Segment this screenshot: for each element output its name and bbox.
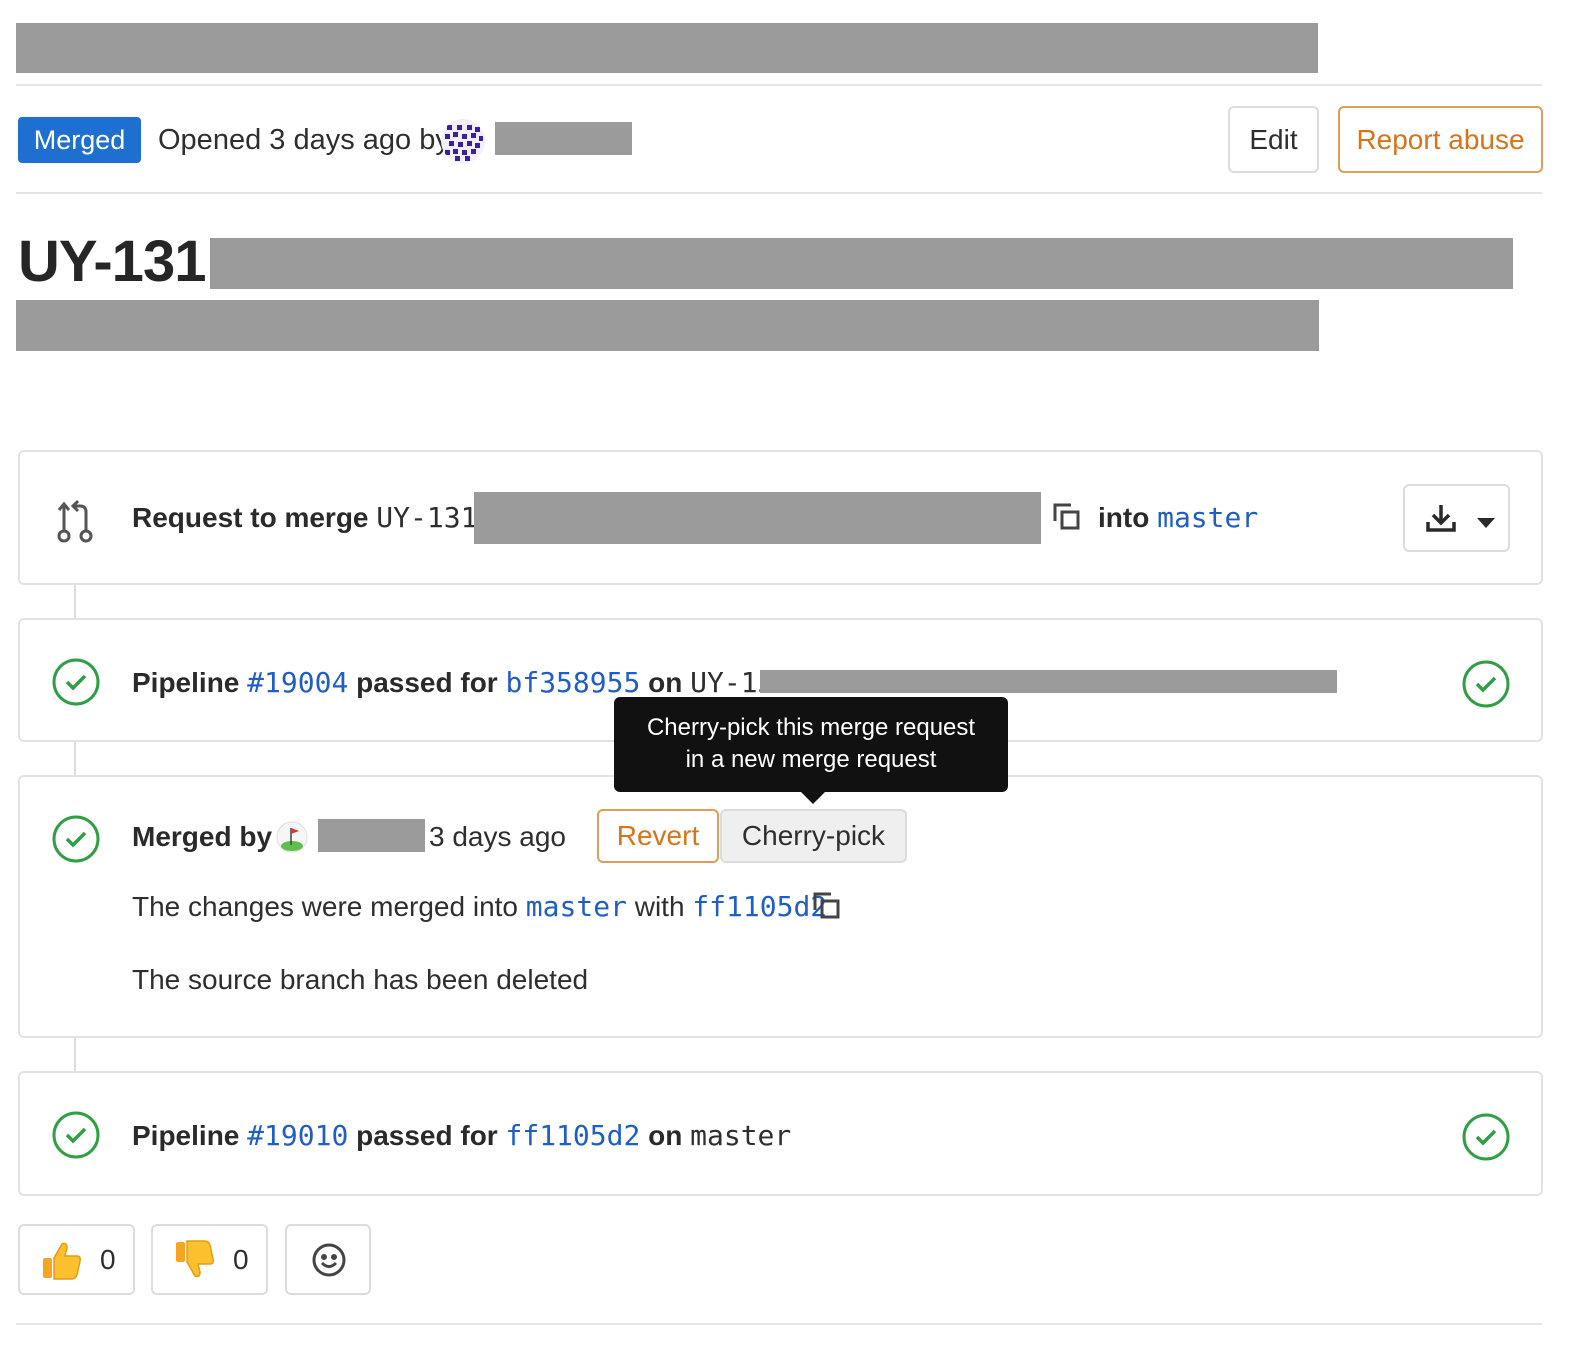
redacted-title-line2: [16, 300, 1319, 351]
chevron-down-icon: [1477, 515, 1495, 533]
on-label: on: [648, 1120, 683, 1151]
target-branch-link[interactable]: master: [526, 890, 627, 923]
add-reaction-button[interactable]: [285, 1224, 371, 1295]
pipeline-status-icon[interactable]: [1462, 660, 1510, 708]
merged-card: Merged by 3 days ago Revert Cherry-pick …: [18, 775, 1543, 1038]
redacted-title: [210, 238, 1513, 289]
smiley-icon: [311, 1242, 347, 1285]
passed-for-label: passed for: [356, 1120, 498, 1151]
redacted-author-name: [495, 122, 632, 155]
thumbs-down-award-button[interactable]: 0: [151, 1224, 268, 1295]
cherry-pick-tooltip: Cherry-pick this merge request in a new …: [614, 697, 1008, 804]
source-branch-deleted-text: The source branch has been deleted: [132, 964, 589, 995]
edit-button[interactable]: Edit: [1228, 106, 1319, 173]
opened-text: Opened 3 days ago by: [158, 124, 450, 156]
page-title: UY-131: [18, 229, 206, 294]
target-branch-link[interactable]: master: [1157, 501, 1258, 534]
cherry-pick-button[interactable]: Cherry-pick: [720, 809, 907, 863]
divider: [16, 1323, 1542, 1325]
merger-avatar[interactable]: [276, 821, 308, 853]
redacted-source-branch: [474, 492, 1041, 544]
merged-by-label: Merged by: [132, 821, 273, 852]
timeline-connector: [74, 585, 76, 619]
timeline-connector: [74, 742, 76, 776]
merged-time-ago: 3 days ago: [429, 821, 566, 852]
revert-button[interactable]: Revert: [597, 809, 719, 863]
download-icon: [1425, 502, 1457, 539]
copy-commit-icon[interactable]: [812, 891, 842, 921]
pipeline-label: Pipeline: [132, 1120, 240, 1151]
pipeline-status-icon[interactable]: [1462, 1113, 1510, 1161]
merge-request-icon: [56, 498, 96, 549]
thumbs-up-icon: [40, 1238, 84, 1282]
pipeline-card: Pipeline #19010 passed for ff1105d2 on m…: [18, 1071, 1543, 1196]
commit-sha-link[interactable]: ff1105d2: [505, 1119, 640, 1152]
divider: [16, 84, 1542, 86]
request-to-merge-label: Request to merge: [132, 502, 369, 533]
on-label: on: [648, 667, 683, 698]
thumbs-up-count: 0: [100, 1244, 116, 1275]
author-avatar[interactable]: [441, 119, 485, 163]
pipeline-label: Pipeline: [132, 667, 240, 698]
merged-success-icon: [52, 815, 100, 863]
copy-branch-icon[interactable]: [1052, 502, 1082, 532]
status-badge: Merged: [18, 117, 141, 163]
thumbs-down-icon: [173, 1238, 217, 1282]
download-dropdown-button[interactable]: [1403, 484, 1510, 552]
pipeline-branch[interactable]: master: [690, 1119, 791, 1152]
tooltip-line-1: Cherry-pick this merge request: [646, 714, 976, 741]
status-success-icon: [52, 658, 100, 706]
pipeline-id-link[interactable]: #19004: [247, 666, 348, 699]
merge-request-info-card: Request to merge UY-131– into master: [18, 450, 1543, 585]
report-abuse-button[interactable]: Report abuse: [1338, 106, 1543, 173]
into-label: into: [1098, 502, 1150, 533]
with-label: with: [634, 891, 685, 922]
pipeline-id-link[interactable]: #19010: [247, 1119, 348, 1152]
changes-merged-text: The changes were merged into: [132, 891, 518, 922]
tooltip-line-2: in a new merge request: [685, 746, 937, 773]
redacted-breadcrumb: [16, 23, 1318, 73]
thumbs-up-award-button[interactable]: 0: [18, 1224, 135, 1295]
passed-for-label: passed for: [356, 667, 498, 698]
divider: [16, 192, 1542, 194]
thumbs-down-count: 0: [233, 1244, 249, 1275]
timeline-connector: [74, 1038, 76, 1072]
redacted-pipeline-branch: [760, 670, 1337, 693]
redacted-merger-name: [318, 819, 425, 852]
status-success-icon: [52, 1111, 100, 1159]
merge-commit-link[interactable]: ff1105d2: [692, 890, 827, 923]
commit-sha-link[interactable]: bf358955: [505, 666, 640, 699]
